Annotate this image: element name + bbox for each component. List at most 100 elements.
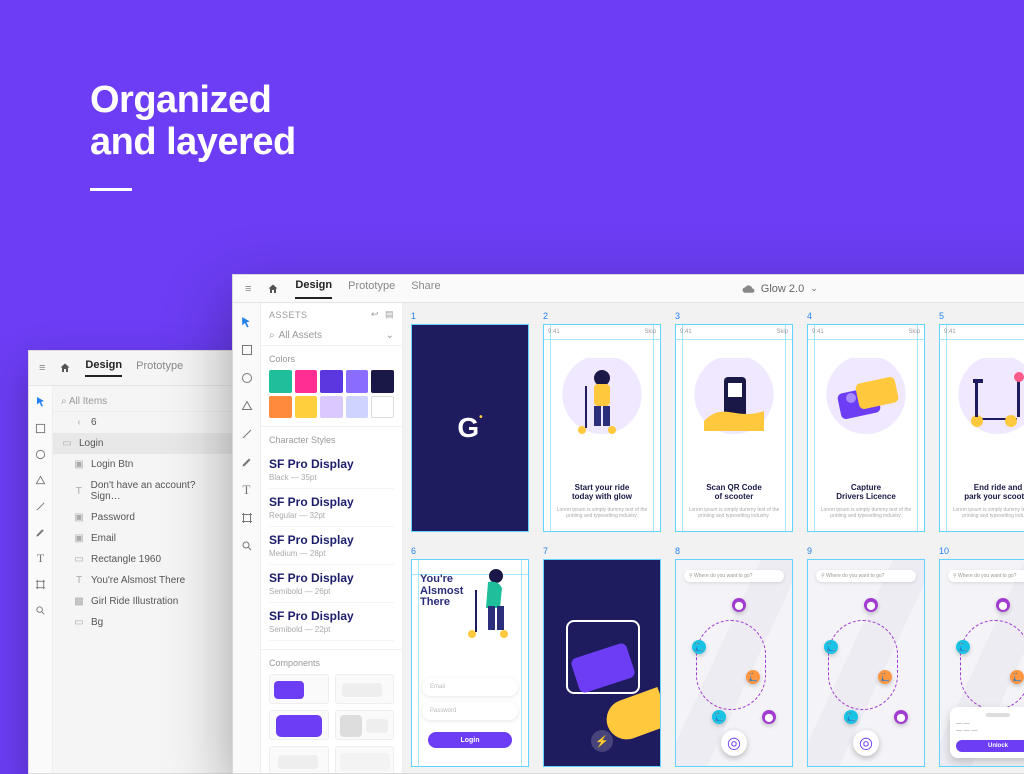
document-title[interactable]: Glow 2.0 ⌄ [742,283,818,295]
artboard-tool-icon[interactable] [238,509,256,527]
artboard-tool-icon[interactable] [33,576,49,592]
map-pin[interactable]: 🛴 [878,670,892,684]
color-swatch[interactable] [295,396,318,419]
back-icon[interactable]: ↩ [371,309,379,320]
password-field[interactable]: Password [422,702,518,720]
hamburger-icon[interactable]: ≡ [39,362,45,374]
layer-row[interactable]: ▭Rectangle 1960 [53,549,232,570]
flash-button[interactable]: ⚡ [591,730,613,752]
tab-prototype[interactable]: Prototype [136,360,183,376]
component-thumb[interactable] [335,746,395,773]
layer-row[interactable]: ▩Girl Ride Illustration [53,591,232,612]
character-style[interactable]: SF Pro DisplaySemibold — 22pt [269,603,394,641]
color-swatch[interactable] [346,370,369,393]
zoom-tool-icon[interactable] [33,602,49,618]
select-tool-icon[interactable] [33,394,49,410]
rectangle-tool-icon[interactable] [238,341,256,359]
map-pin[interactable]: 🛴 [746,670,760,684]
color-swatch[interactable] [269,370,292,393]
artboard[interactable]: 8 ⚲ Where do you want to go?⬤🛴🛴🛴⬤◎ [675,546,793,767]
map-search-input[interactable]: ⚲ Where do you want to go? [948,570,1024,582]
map-pin[interactable]: ⬤ [996,598,1010,612]
map-pin[interactable]: 🛴 [824,640,838,654]
locate-button[interactable]: ◎ [721,730,747,756]
map-pin[interactable]: 🛴 [956,640,970,654]
pen-tool-icon[interactable] [33,524,49,540]
unlock-button[interactable]: Unlock [956,740,1024,752]
zoom-tool-icon[interactable] [238,537,256,555]
artboard[interactable]: 4 9:41SkipCaptureDrivers LicenceLorem ip… [807,311,925,532]
skip-link[interactable]: Skip [908,329,920,335]
tab-prototype[interactable]: Prototype [348,280,395,298]
layer-row[interactable]: ▣Password [53,507,232,528]
home-icon[interactable] [59,362,71,374]
component-thumb[interactable] [335,710,395,740]
email-field[interactable]: Email [422,678,518,696]
map-search-input[interactable]: ⚲ Where do you want to go? [684,570,784,582]
component-thumb[interactable] [335,674,395,704]
tab-design[interactable]: Design [295,279,332,299]
character-style[interactable]: SF Pro DisplayMedium — 28pt [269,527,394,565]
map-pin[interactable]: ⬤ [732,598,746,612]
map-pin[interactable]: 🛴 [1010,670,1024,684]
color-swatch[interactable] [295,370,318,393]
tab-design[interactable]: Design [85,359,122,377]
rectangle-tool-icon[interactable] [33,420,49,436]
layer-row[interactable]: ‹6 [53,412,232,433]
map-search-input[interactable]: ⚲ Where do you want to go? [816,570,916,582]
component-thumb[interactable] [269,674,329,704]
artboard[interactable]: 2 9:41SkipStart your ridetoday with glow… [543,311,661,532]
component-thumb[interactable] [269,710,329,740]
line-tool-icon[interactable] [33,498,49,514]
color-swatch[interactable] [371,370,394,393]
tab-share[interactable]: Share [411,280,440,298]
layer-row[interactable]: ▭Login [53,433,232,454]
login-button[interactable]: Login [428,732,512,748]
map-pin[interactable]: ⬤ [864,598,878,612]
artboard[interactable]: 6 You'reAlsmostThereEmailPasswordLogin [411,546,529,767]
artboard[interactable]: 10 ⚲ Where do you want to go?⬤🛴🛴🛴⬤ — —— … [939,546,1024,767]
map-pin[interactable]: ⬤ [762,710,776,724]
color-swatch[interactable] [346,396,369,419]
layer-row[interactable]: TYou're Alsmost There [53,570,232,591]
list-view-icon[interactable]: ▤ [385,309,394,320]
artboard[interactable]: 1 G• [411,311,529,532]
color-swatch[interactable] [371,396,394,419]
assets-search[interactable]: ⌕ All Assets ⌄ [261,326,402,346]
ellipse-tool-icon[interactable] [33,446,49,462]
layer-row[interactable]: ▣Login Btn [53,454,232,475]
color-swatch[interactable] [320,370,343,393]
artboard[interactable]: 5 9:41SkipEnd ride andpark your scooterL… [939,311,1024,532]
ellipse-tool-icon[interactable] [238,369,256,387]
skip-link[interactable]: Skip [776,329,788,335]
hamburger-icon[interactable]: ≡ [245,283,251,295]
layers-search[interactable]: ⌕ All Items [53,392,232,412]
layer-row[interactable]: ▣Email [53,528,232,549]
map-pin[interactable]: 🛴 [712,710,726,724]
polygon-tool-icon[interactable] [33,472,49,488]
character-style[interactable]: SF Pro DisplaySemibold — 26pt [269,565,394,603]
artboard[interactable]: 3 9:41SkipScan QR Codeof scooterLorem ip… [675,311,793,532]
canvas[interactable]: 1 G• 2 9:41SkipStart your ridetoday with… [403,303,1024,773]
text-tool-icon[interactable]: T [238,481,256,499]
character-style[interactable]: SF Pro DisplayBlack — 35pt [269,451,394,489]
color-swatch[interactable] [320,396,343,419]
polygon-tool-icon[interactable] [238,397,256,415]
map-pin[interactable]: 🛴 [844,710,858,724]
map-pin[interactable]: 🛴 [692,640,706,654]
color-swatch[interactable] [269,396,292,419]
select-tool-icon[interactable] [238,313,256,331]
pen-tool-icon[interactable] [238,453,256,471]
locate-button[interactable]: ◎ [853,730,879,756]
component-thumb[interactable] [269,746,329,773]
skip-link[interactable]: Skip [644,329,656,335]
character-style[interactable]: SF Pro DisplayRegular — 32pt [269,489,394,527]
artboard[interactable]: 9 ⚲ Where do you want to go?⬤🛴🛴🛴⬤◎ [807,546,925,767]
artboard[interactable]: 7 ⚡ [543,546,661,767]
home-icon[interactable] [267,283,279,295]
map-pin[interactable]: ⬤ [894,710,908,724]
layer-row[interactable]: ▭Bg [53,612,232,633]
layer-row[interactable]: TDon't have an account? Sign… [53,475,232,507]
line-tool-icon[interactable] [238,425,256,443]
text-tool-icon[interactable]: T [33,550,49,566]
